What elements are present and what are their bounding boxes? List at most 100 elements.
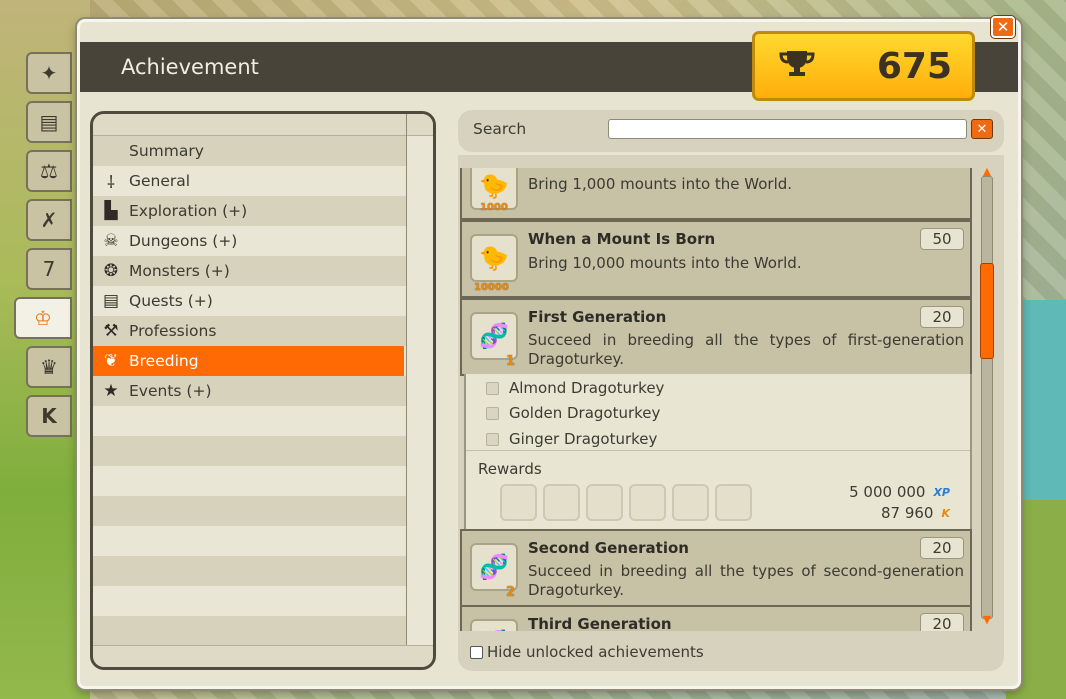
category-item[interactable]: ⸸ General <box>93 166 404 196</box>
search-input[interactable] <box>608 119 967 139</box>
category-item[interactable]: ★ Events (+) <box>93 376 404 406</box>
sidetab-k[interactable]: K <box>26 395 72 437</box>
points-value: 675 <box>876 45 952 87</box>
category-label: Quests (+) <box>129 292 213 310</box>
category-label: Professions <box>129 322 217 340</box>
hide-unlocked-label: Hide unlocked achievements <box>487 643 704 661</box>
kamas-value: 87 960 <box>880 504 934 522</box>
achievement-description: Bring 1,000 mounts into the World. <box>528 175 793 193</box>
sidetab-scales[interactable]: ⚖ <box>26 150 72 192</box>
achievement-list: 🐤 1000 Bring 1,000 mounts into the World… <box>460 168 972 631</box>
xp-value: 5 000 000 <box>849 483 926 501</box>
reward-slot[interactable] <box>543 484 580 521</box>
achievement-row[interactable]: 🧬 Third Generation 20 <box>460 605 972 631</box>
achievement-badge: 1 <box>506 354 516 369</box>
dna-icon: 🧬 <box>470 312 518 360</box>
category-divider <box>406 114 407 667</box>
reward-slot[interactable] <box>586 484 623 521</box>
sidetab-crown[interactable]: ♛ <box>26 346 72 388</box>
achievement-badge: 2 <box>506 585 516 600</box>
category-item[interactable]: ▙ Exploration (+) <box>93 196 404 226</box>
category-label: General <box>129 172 191 190</box>
achievement-row[interactable]: 🐤 10000 When a Mount Is Born 50 Bring 10… <box>460 220 972 298</box>
category-item[interactable]: ▤ Quests (+) <box>93 286 404 316</box>
sidetab-axes[interactable]: ✗ <box>26 199 72 241</box>
objective-item: Ginger Dragoturkey <box>486 430 657 448</box>
objective-checkbox <box>486 432 499 446</box>
achievement-description: Bring 10,000 mounts into the World. <box>528 254 802 272</box>
hide-unlocked-toggle[interactable]: Hide unlocked achievements <box>470 643 704 661</box>
book-icon: ▤ <box>39 110 59 134</box>
category-item[interactable]: ⚒ Professions <box>93 316 404 346</box>
objective-label: Ginger Dragoturkey <box>509 430 658 448</box>
achievement-name: Second Generation <box>528 539 689 557</box>
achievement-row[interactable]: 🐤 1000 Bring 1,000 mounts into the World… <box>460 168 972 220</box>
search-clear-button[interactable]: ✕ <box>971 119 993 139</box>
trophy-icon <box>777 48 817 85</box>
dna-icon: 🧬 <box>470 543 518 591</box>
scrollbar-thumb[interactable] <box>980 263 994 360</box>
category-item[interactable]: ❂ Monsters (+) <box>93 256 404 286</box>
axes-icon: ✗ <box>40 208 58 232</box>
category-icon: ★ <box>103 381 119 401</box>
achievement-row[interactable]: 🧬 2 Second Generation 20 Succeed in bree… <box>460 529 972 607</box>
achievement-row[interactable]: 🧬 1 First Generation 20 Succeed in breed… <box>460 298 972 376</box>
achievement-details: Almond Dragoturkey Golden Dragoturkey Gi… <box>464 374 972 529</box>
category-icon: ▤ <box>102 291 120 311</box>
dna-icon: 🧬 <box>470 619 518 631</box>
rewards-label: Rewards <box>478 460 542 478</box>
achievement-name: Third Generation <box>528 615 672 631</box>
category-label: Dungeons (+) <box>129 232 238 250</box>
category-icon: ⸸ <box>107 172 115 193</box>
sidetab-achievements[interactable]: ♔ <box>14 297 72 339</box>
rewards-divider <box>466 450 970 451</box>
category-header <box>93 114 433 136</box>
achievement-points-badge: 20 <box>920 306 964 328</box>
scrollbar-track[interactable] <box>981 176 993 619</box>
wand-icon: ✦ <box>40 61 58 85</box>
category-label: Monsters (+) <box>129 262 230 280</box>
category-icon: ▙ <box>104 201 118 221</box>
close-icon: ✕ <box>996 18 1010 36</box>
achievement-badge: 1000 <box>480 202 508 213</box>
objective-label: Golden Dragoturkey <box>509 404 661 422</box>
achievement-points-badge: 20 <box>920 613 964 631</box>
calendar-icon: 7 <box>42 257 56 281</box>
reward-slot[interactable] <box>672 484 709 521</box>
mount-icon: 🐤 <box>470 234 518 282</box>
category-icon: ☠ <box>103 231 119 251</box>
hide-unlocked-checkbox[interactable] <box>470 645 483 659</box>
close-button[interactable]: ✕ <box>991 16 1015 38</box>
scroll-down-icon[interactable]: ▼ <box>979 614 995 625</box>
scales-icon: ⚖ <box>40 159 58 183</box>
achievement-name: When a Mount Is Born <box>528 230 716 248</box>
objective-item: Golden Dragoturkey <box>486 404 660 422</box>
reward-slot[interactable] <box>500 484 537 521</box>
category-item[interactable]: ☠ Dungeons (+) <box>93 226 404 256</box>
achievement-name: First Generation <box>528 308 667 326</box>
xp-icon: XP <box>933 485 950 499</box>
search-label: Search <box>473 120 527 138</box>
category-item[interactable]: Summary <box>93 136 404 166</box>
objective-checkbox <box>486 406 499 420</box>
kamas-reward: 87 960 K <box>881 504 950 522</box>
sidetab-book[interactable]: ▤ <box>26 101 72 143</box>
category-icon: ❦ <box>103 351 119 371</box>
achievement-points-badge: 50 <box>920 228 964 250</box>
k-icon: K <box>41 404 57 428</box>
window-title: Achievement <box>121 55 259 79</box>
category-label: Breeding <box>129 352 199 370</box>
achievement-description: Succeed in breeding all the types of fir… <box>528 331 964 368</box>
objective-checkbox <box>486 381 499 395</box>
category-item[interactable]: ❦ Breeding <box>93 346 404 376</box>
sidetab-calendar[interactable]: 7 <box>26 248 72 290</box>
trophy-icon: ♔ <box>34 306 52 330</box>
crown-icon: ♛ <box>40 355 58 379</box>
achievement-badge: 10000 <box>474 282 509 293</box>
reward-slot[interactable] <box>629 484 666 521</box>
category-label: Summary <box>129 142 204 160</box>
achievement-points: 675 <box>752 31 975 101</box>
category-icon: ❂ <box>103 261 119 281</box>
sidetab-wand[interactable]: ✦ <box>26 52 72 94</box>
reward-slot[interactable] <box>715 484 752 521</box>
